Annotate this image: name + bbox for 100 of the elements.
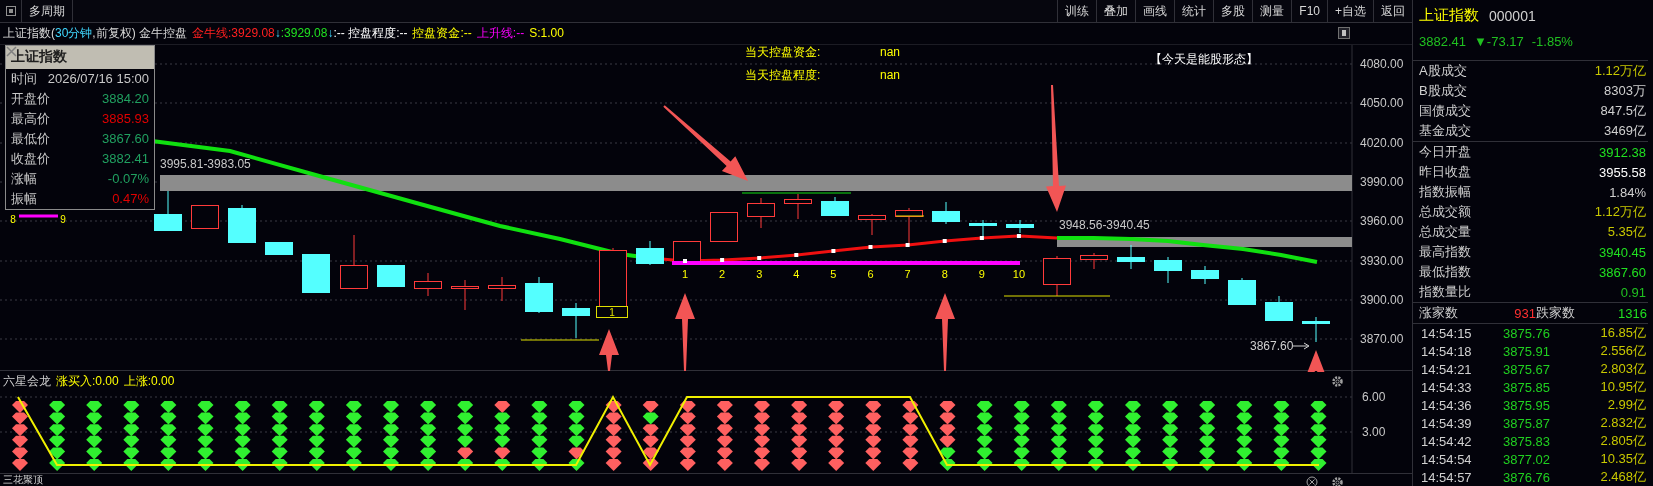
signal-box [596,305,628,318]
settings-icon[interactable] [1331,476,1344,486]
candlestick [525,276,553,314]
index-price: 3882.41 [1419,33,1466,49]
stat-value: 1.12万亿 [1594,62,1646,81]
indicator-value: 上涨:0.00 [123,372,175,390]
candlestick [1006,219,1034,234]
field-label: 涨幅 [11,169,37,188]
candlestick [1265,295,1293,322]
legend-text: :3929.08 [280,26,328,41]
note-label: 当天控盘资金: [745,44,821,59]
stat-label: 昨日收盘 [1419,163,1471,182]
axis-label: 3960.00 [1360,213,1404,228]
field-value: 3885.93 [102,111,149,127]
candlestick [562,302,590,339]
stat-value: 5.35亿 [1607,223,1646,242]
candlestick [858,213,886,236]
legend-text: 金牛线:3929.08 [192,24,275,42]
field-label: 开盘价 [11,89,50,108]
tick-price: 3875.76 [1503,325,1551,341]
panel-icon[interactable] [5,6,16,16]
axis-label: 6.00 [1362,389,1386,404]
stat-label: 总成交额 [1419,203,1471,222]
tick-volume: 2.803亿 [1599,360,1646,378]
candlestick [1191,265,1219,285]
close-icon[interactable] [1306,476,1318,486]
tick-time: 14:54:33 [1421,379,1473,395]
field-label: 收盘价 [11,149,50,168]
settings-icon[interactable] [1331,374,1344,388]
index-name: 上证指数 [1419,6,1479,25]
panel-title: 上证指数 [11,48,67,67]
candlestick [191,204,219,229]
field-value: 3884.20 [102,91,149,107]
tick-price: 3876.76 [1503,469,1551,485]
tick-time: 14:54:54 [1421,451,1473,467]
tick-price: 3875.87 [1503,415,1551,431]
tick-time: 14:54:21 [1421,361,1473,377]
tick-time: 14:54:39 [1421,415,1473,431]
candlestick [377,264,405,287]
candlestick [636,240,664,266]
legend-text: :-- 控盘程度:-- [333,24,408,42]
candlestick [414,272,442,297]
pointer-arrow [599,328,619,371]
stat-label: 总成交量 [1419,223,1471,242]
tick-price: 3875.83 [1503,433,1551,449]
candlestick [821,196,849,216]
candlestick [747,197,775,229]
stat-value: 3940.45 [1599,245,1646,260]
stat-value: 1.12万亿 [1594,203,1646,222]
candlestick [265,241,293,255]
candlestick [340,234,368,289]
count-label: 10 [1012,267,1026,280]
tick-price: 3877.02 [1503,451,1551,467]
field-label: 时间 [11,69,37,88]
legend-text: ↓ [327,26,334,41]
candlestick [673,240,701,262]
axis-label: 4050.00 [1360,95,1404,110]
candlestick [1302,316,1330,343]
candlestick [451,279,479,311]
axis-label: 3930.00 [1360,253,1404,268]
candlestick [154,190,182,231]
tick-volume: 2.805亿 [1599,432,1646,450]
stat-label: 国债成交 [1419,102,1471,121]
legend-text: 控盘资金:-- [412,24,472,42]
tick-volume: 2.468亿 [1599,468,1646,486]
stat-label: B股成交 [1419,82,1467,101]
count-label: 9 [60,213,66,225]
tick-price: 3875.95 [1503,397,1551,413]
tick-price: 3875.67 [1503,361,1551,377]
count-line [19,214,58,218]
stat-value: 1.84% [1609,185,1646,200]
candlestick [302,253,330,293]
indicator-name: 六星会龙 [3,372,51,390]
count-label: 5 [830,267,837,280]
stat-label: 基金成交 [1419,122,1471,141]
field-value: 0.47% [112,191,149,207]
note-value: nan [880,44,901,59]
chart-title: 上证指数( [3,24,55,42]
candlestick [1117,244,1145,270]
decliners-count: 1316 [1618,305,1647,321]
note-label: 当天控盘程度: [745,67,821,82]
price-change: ▼-73.17 [1474,33,1524,49]
tick-volume: 16.85亿 [1599,324,1646,342]
stat-value: 3469亿 [1604,122,1646,141]
tick-time: 14:54:36 [1421,397,1473,413]
legend-text: ↓ [274,26,281,41]
panel-toggle-icon[interactable] [1338,27,1350,39]
axis-label: 3.00 [1362,424,1386,439]
stat-label: 指数振幅 [1419,183,1471,202]
count-label: 9 [978,267,985,280]
stat-label: 跌家数 [1536,304,1576,323]
tick-volume: 10.95亿 [1599,378,1646,396]
tick-volume: 2.556亿 [1599,342,1646,360]
count-label: 1 [681,267,689,280]
stat-value: 3912.38 [1599,145,1646,160]
axis-label: 3870.00 [1360,331,1404,346]
candlestick [1228,277,1256,306]
stat-value: 3955.58 [1599,165,1646,180]
tick-time: 14:54:18 [1421,343,1473,359]
stat-value: 8303万 [1604,82,1646,101]
